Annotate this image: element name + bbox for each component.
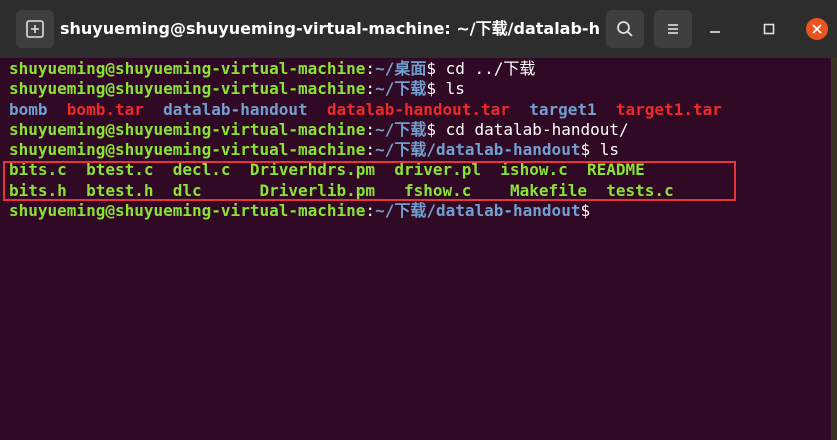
dir-entry: datalab-handout: [163, 99, 308, 119]
prompt-line: shuyueming@shuyueming-virtual-machine:~/…: [9, 79, 465, 99]
maximize-button[interactable]: [758, 18, 780, 40]
prompt-path: ~/下载: [375, 79, 427, 99]
prompt-path: ~/下载/datalab-handout: [375, 140, 581, 160]
file-listing-row: bits.h btest.h dlc Driverlib.pm fshow.c …: [9, 181, 837, 201]
file-entry: decl.c: [172, 160, 231, 180]
file-entry: bits.h: [9, 180, 67, 200]
prompt-line: shuyueming@shuyueming-virtual-machine:~/…: [9, 201, 591, 221]
search-icon: [617, 21, 633, 37]
minimize-icon: [710, 31, 720, 33]
listing-line: bomb bomb.tar datalab-handout datalab-ha…: [9, 100, 837, 120]
maximize-icon: [763, 23, 775, 35]
background-edge: [831, 58, 837, 440]
prompt-line: shuyueming@shuyueming-virtual-machine:~/…: [9, 59, 536, 78]
file-entry: fshow.c: [403, 180, 472, 200]
file-entry: dlc: [172, 180, 202, 200]
archive-entry: target1.tar: [615, 99, 722, 119]
title-bar: shuyueming@shuyueming-virtual-machine: ~…: [0, 0, 837, 58]
hamburger-menu-icon: [668, 24, 678, 34]
file-entry: README: [587, 160, 645, 180]
search-button[interactable]: [606, 10, 644, 48]
new-tab-button[interactable]: [16, 10, 54, 48]
archive-entry: bomb.tar: [66, 99, 144, 119]
command-text: cd ../下载: [445, 59, 536, 78]
terminal-window: shuyueming@shuyueming-virtual-machine: ~…: [0, 0, 837, 440]
prompt-path: ~/下载: [375, 119, 427, 139]
file-entry: ishow.c: [500, 160, 568, 180]
prompt-path: ~/桌面: [375, 59, 427, 78]
file-entry: tests.c: [606, 180, 674, 200]
command-text: ls: [599, 140, 619, 160]
file-entry: Driverhdrs.pm: [249, 160, 376, 180]
close-button[interactable]: [806, 18, 828, 40]
new-tab-icon: [26, 20, 44, 38]
file-entry: Driverlib.pm: [259, 180, 376, 200]
command-text: ls: [445, 79, 465, 99]
prompt-user: shuyueming@shuyueming-virtual-machine: [9, 59, 366, 78]
prompt-user: shuyueming@shuyueming-virtual-machine: [9, 79, 366, 99]
prompt-user: shuyueming@shuyueming-virtual-machine: [9, 119, 366, 139]
dir-entry: bomb: [9, 99, 48, 119]
prompt-user: shuyueming@shuyueming-virtual-machine: [9, 140, 366, 160]
menu-button[interactable]: [654, 10, 692, 48]
terminal-output[interactable]: shuyueming@shuyueming-virtual-machine:~/…: [0, 58, 837, 440]
file-entry: driver.pl: [394, 160, 482, 180]
file-entry: Makefile: [509, 180, 587, 200]
archive-entry: datalab-handout.tar: [326, 99, 510, 119]
prompt-line: shuyueming@shuyueming-virtual-machine:~/…: [9, 140, 619, 160]
dir-entry: target1: [529, 99, 597, 119]
file-entry: btest.h: [86, 180, 154, 200]
minimize-button[interactable]: [704, 18, 726, 40]
prompt-line: shuyueming@shuyueming-virtual-machine:~/…: [9, 119, 629, 139]
file-entry: btest.c: [86, 160, 154, 180]
prompt-user: shuyueming@shuyueming-virtual-machine: [9, 201, 366, 221]
close-icon: [812, 24, 822, 34]
command-text: cd datalab-handout/: [445, 119, 629, 139]
file-entry: bits.c: [9, 160, 67, 180]
file-listing-row: bits.c btest.c decl.c Driverhdrs.pm driv…: [9, 160, 837, 180]
window-title: shuyueming@shuyueming-virtual-machine: ~…: [60, 19, 600, 38]
prompt-path: ~/下载/datalab-handout: [375, 201, 581, 221]
